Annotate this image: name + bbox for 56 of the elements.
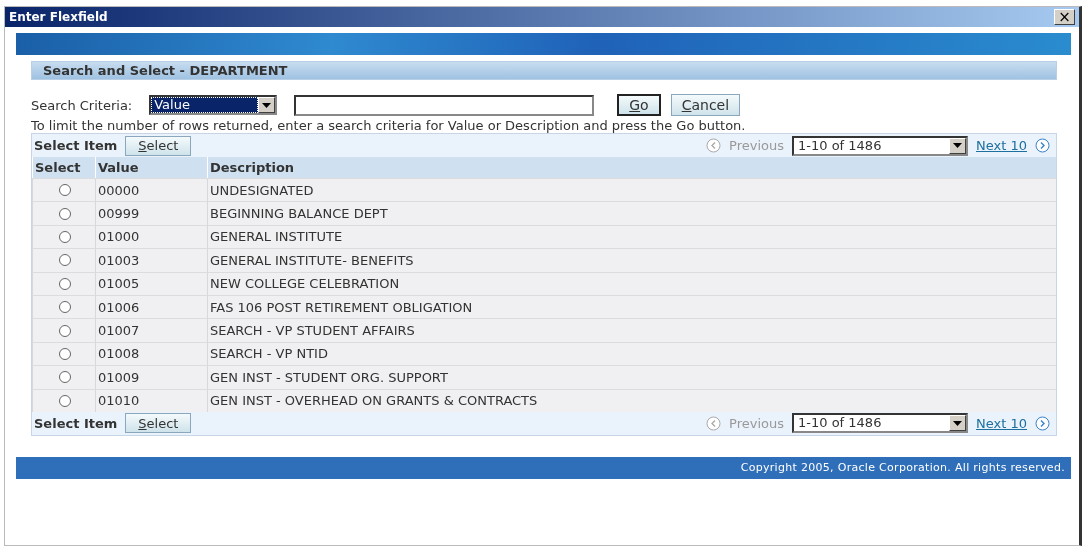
table-cell: 01005	[95, 271, 207, 295]
row-radio[interactable]	[59, 230, 71, 243]
table-cell: FAS 106 POST RETIREMENT OBLIGATION	[207, 294, 1056, 319]
range-select[interactable]: 1-10 of 1486	[792, 135, 969, 156]
caret-icon	[262, 102, 272, 108]
section-title: Search and Select - DEPARTMENT	[43, 63, 288, 78]
table-cell: BEGINNING BALANCE DEPT	[207, 201, 1056, 225]
column-header: Value	[95, 157, 207, 178]
table-cell: 01007	[95, 318, 207, 342]
next-link[interactable]: Next 10	[976, 415, 1027, 431]
table-cell: GENERAL INSTITUTE	[207, 224, 1056, 249]
row-radio[interactable]	[59, 394, 71, 407]
table-cell: 01003	[95, 248, 207, 272]
row-radio[interactable]	[59, 324, 71, 337]
close-button[interactable]: ×	[1054, 9, 1075, 25]
next-icon[interactable]	[1035, 415, 1050, 431]
column-header: Select	[32, 157, 95, 178]
table-cell: GENERAL INSTITUTE- BENEFITS	[207, 248, 1056, 272]
table-cell: 01008	[95, 341, 207, 366]
table-cell: SEARCH - VP NTID	[207, 341, 1056, 366]
row-radio[interactable]	[59, 347, 71, 360]
table-cell: 01006	[95, 294, 207, 319]
range-select[interactable]: 1-10 of 1486	[792, 413, 969, 434]
go-button[interactable]: Go	[617, 94, 661, 116]
table-cell: GEN INST - STUDENT ORG. SUPPORT	[207, 365, 1056, 389]
hint-text: To limit the number of rows returned, enter a search criteria for Value or Description and press the Go button.	[31, 118, 747, 133]
table-cell: 01009	[95, 365, 207, 389]
table-cell: NEW COLLEGE CELEBRATION	[207, 271, 1056, 295]
row-radio[interactable]	[59, 184, 71, 197]
table-cell: 01000	[95, 224, 207, 249]
next-link[interactable]: Next 10	[976, 138, 1027, 153]
search-field[interactable]	[294, 94, 595, 116]
caret-icon	[953, 420, 963, 426]
row-radio[interactable]	[59, 254, 71, 267]
search-criteria-label: Search Criteria:	[31, 97, 133, 113]
next-icon[interactable]	[1035, 138, 1050, 153]
column-header: Description	[207, 157, 1056, 178]
table-cell: 00000	[95, 178, 207, 202]
row-radio[interactable]	[59, 301, 71, 314]
row-radio[interactable]	[59, 207, 71, 220]
select-item-label: Select Item	[34, 415, 118, 431]
table-cell: UNDESIGNATED	[207, 178, 1056, 202]
criteria-select[interactable]: Value	[149, 95, 278, 115]
caret-icon	[953, 143, 963, 148]
window-title: Enter Flexfield	[9, 10, 108, 24]
copyright-text: Copyright 2005, Oracle Corporation. All rights reserved.	[740, 461, 1065, 475]
table-cell: SEARCH - VP STUDENT AFFAIRS	[207, 318, 1056, 342]
table-cell: 00999	[95, 201, 207, 225]
cancel-button[interactable]: Cancel	[670, 94, 741, 116]
table-cell: GEN INST - OVERHEAD ON GRANTS & CONTRACTS	[207, 388, 1056, 412]
select-item-label: Select Item	[34, 138, 118, 153]
row-radio[interactable]	[59, 277, 71, 290]
select-button[interactable]: Select	[125, 413, 192, 434]
table-cell: 01010	[95, 388, 207, 412]
row-radio[interactable]	[59, 371, 71, 384]
select-button[interactable]: Select	[125, 135, 192, 156]
